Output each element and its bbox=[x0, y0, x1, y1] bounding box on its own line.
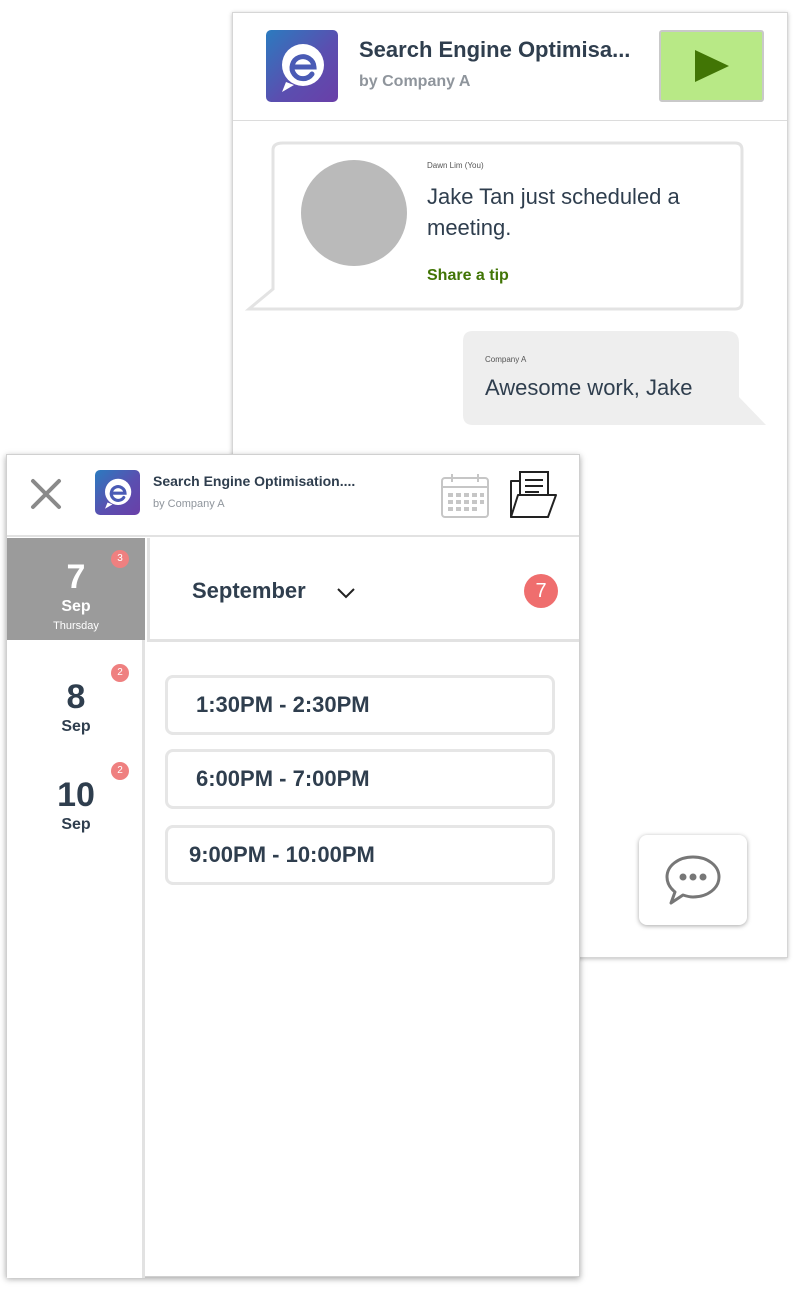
folder-button[interactable] bbox=[508, 469, 558, 521]
chat-bubble-icon bbox=[665, 855, 721, 905]
chat-message: Dawn Lim (You) Jake Tan just scheduled a… bbox=[245, 141, 744, 311]
date-month: Sep bbox=[61, 816, 91, 833]
app-title: Search Engine Optimisation.... bbox=[153, 473, 356, 489]
calendar-header: Search Engine Optimisation.... by Compan… bbox=[7, 455, 579, 537]
app-subtitle: by Company A bbox=[153, 498, 225, 510]
month-selector: September 7 bbox=[147, 538, 579, 642]
date-day: 10 bbox=[57, 776, 95, 814]
date-item-10-sep[interactable]: 10 Sep 2 bbox=[7, 758, 145, 848]
date-sidebar: 7 Sep Thursday 3 8 Sep 2 10 Sep 2 bbox=[7, 538, 145, 1278]
date-item-7-sep[interactable]: 7 Sep Thursday 3 bbox=[7, 538, 145, 640]
time-slot[interactable]: 6:00PM - 7:00PM bbox=[165, 749, 555, 809]
date-weekday: Thursday bbox=[53, 620, 99, 632]
month-dropdown-button[interactable] bbox=[336, 586, 356, 600]
chat-header: Search Engine Optimisa... by Company A bbox=[233, 13, 787, 121]
close-button[interactable] bbox=[27, 475, 65, 513]
play-button[interactable] bbox=[659, 30, 764, 102]
message-text: Jake Tan just scheduled a meeting. bbox=[427, 184, 680, 240]
meeting-count-badge: 7 bbox=[524, 574, 558, 608]
date-day: 8 bbox=[66, 678, 86, 716]
close-icon bbox=[31, 479, 61, 509]
app-logo-icon bbox=[266, 30, 338, 102]
calendar-icon bbox=[441, 474, 489, 518]
share-tip-link[interactable]: Share a tip bbox=[427, 267, 509, 285]
chat-message: Company A Awesome work, Jake bbox=[463, 331, 766, 427]
month-label[interactable]: September bbox=[192, 578, 306, 604]
date-count-badge: 2 bbox=[111, 664, 129, 682]
date-item-8-sep[interactable]: 8 Sep 2 bbox=[7, 658, 145, 748]
time-slot[interactable]: 1:30PM - 2:30PM bbox=[165, 675, 555, 735]
calendar-panel: Search Engine Optimisation.... by Compan… bbox=[6, 454, 580, 1278]
message-text: Awesome work, Jake bbox=[485, 375, 693, 400]
date-month: Sep bbox=[61, 598, 91, 615]
chevron-down-icon bbox=[337, 588, 355, 599]
chat-button[interactable] bbox=[639, 835, 747, 925]
folder-icon bbox=[510, 471, 557, 518]
app-logo-icon bbox=[95, 470, 140, 515]
app-title: Search Engine Optimisa... bbox=[359, 37, 631, 62]
app-subtitle: by Company A bbox=[359, 73, 471, 90]
calendar-button[interactable] bbox=[440, 473, 490, 519]
date-count-badge: 3 bbox=[111, 550, 129, 568]
avatar bbox=[301, 160, 407, 266]
message-sender: Dawn Lim (You) bbox=[427, 161, 484, 170]
message-sender: Company A bbox=[485, 355, 527, 364]
date-count-badge: 2 bbox=[111, 762, 129, 780]
play-icon bbox=[694, 50, 729, 82]
date-month: Sep bbox=[61, 718, 91, 735]
time-slot[interactable]: 9:00PM - 10:00PM bbox=[165, 825, 555, 885]
